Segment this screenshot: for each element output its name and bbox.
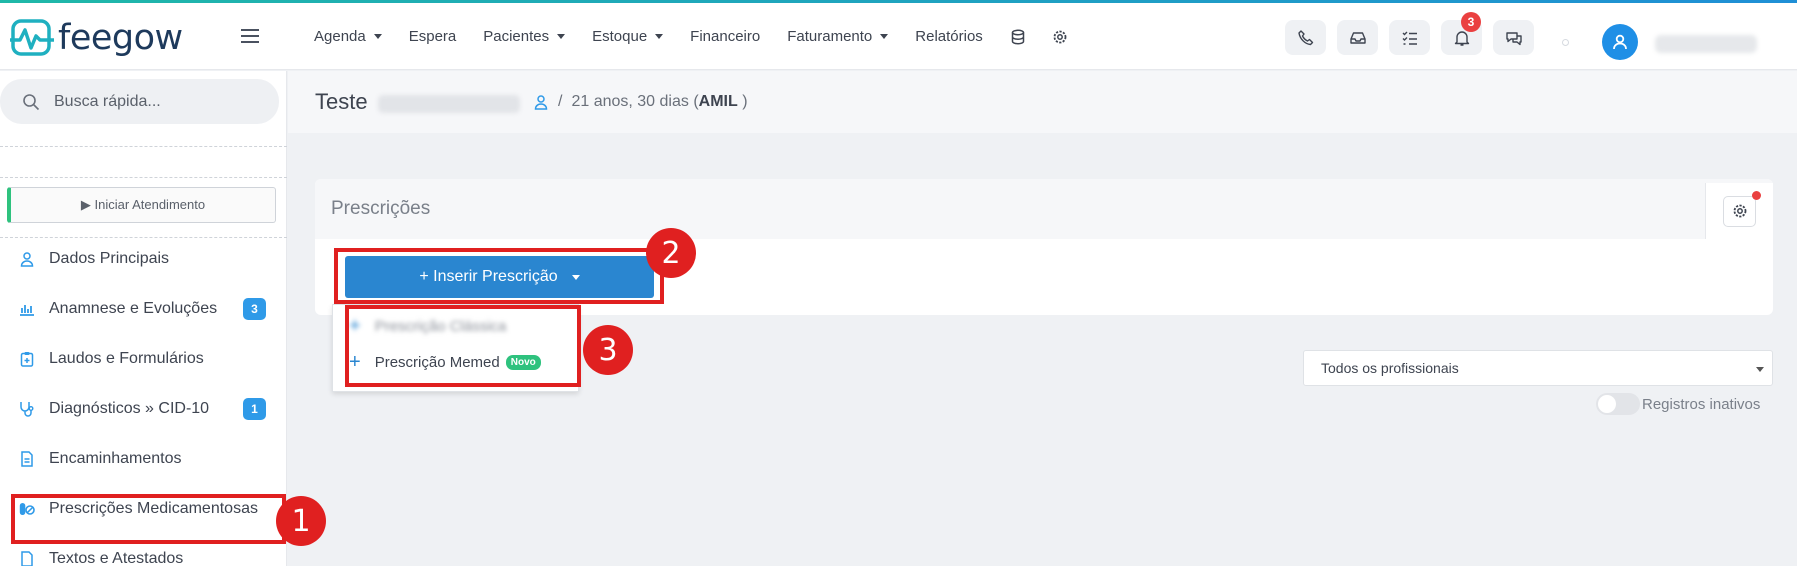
sidebar-item-dados-principais[interactable]: Dados Principais bbox=[0, 234, 287, 284]
database-icon[interactable] bbox=[1010, 29, 1026, 45]
logo-heart-icon bbox=[10, 19, 54, 56]
user-icon bbox=[1613, 34, 1627, 50]
inactive-records-toggle-group: Registros inativos bbox=[1596, 393, 1760, 415]
clipboard-icon bbox=[20, 352, 34, 367]
user-icon bbox=[20, 252, 34, 267]
highlight-box-prescricoes bbox=[11, 494, 286, 544]
phone-icon bbox=[1297, 29, 1313, 45]
sidebar-item-label: Laudos e Formulários bbox=[49, 350, 204, 367]
count-badge: 1 bbox=[243, 398, 266, 420]
sidebar-item-label: Diagnósticos » CID-10 bbox=[49, 400, 210, 417]
inbox-icon bbox=[1349, 31, 1366, 44]
professional-filter-select[interactable]: Todos os profissionais bbox=[1303, 350, 1773, 386]
sidebar-item-encaminhamentos[interactable]: Encaminhamentos bbox=[0, 434, 287, 484]
sidebar-item-laudos[interactable]: Laudos e Formulários bbox=[0, 334, 287, 384]
panel-title: Prescrições bbox=[331, 198, 431, 219]
tasks-button[interactable] bbox=[1389, 20, 1430, 55]
divider bbox=[0, 177, 287, 178]
nav-agenda[interactable]: Agenda bbox=[314, 28, 382, 45]
patient-name: Teste bbox=[315, 89, 368, 114]
chat-icon bbox=[1505, 31, 1522, 45]
inbox-button[interactable] bbox=[1337, 20, 1378, 55]
toolbar-buttons: 3 bbox=[1285, 12, 1534, 55]
insurance-name: AMIL bbox=[698, 93, 738, 110]
sidebar-item-anamnese[interactable]: Anamnese e Evoluções 3 bbox=[0, 284, 287, 334]
sidebar: ▶ Iniciar Atendimento Dados Principais A… bbox=[0, 71, 287, 566]
count-badge: 3 bbox=[243, 298, 266, 320]
highlight-box-insert-button bbox=[334, 248, 664, 304]
notification-count-badge: 3 bbox=[1461, 12, 1481, 32]
user-icon[interactable] bbox=[533, 94, 549, 110]
quick-search[interactable] bbox=[0, 79, 279, 124]
breadcrumb: / 21 anos, 30 dias (AMIL ) bbox=[533, 93, 748, 111]
sidebar-item-label: Dados Principais bbox=[49, 250, 170, 267]
chevron-down-icon bbox=[880, 34, 889, 39]
main-nav: Agenda Espera Pacientes Estoque Financei… bbox=[314, 3, 1094, 70]
stethoscope-icon bbox=[20, 402, 34, 417]
annotation-marker: 3 bbox=[583, 325, 633, 375]
chevron-down-icon bbox=[373, 34, 382, 39]
breadcrumb-separator: / bbox=[558, 93, 563, 110]
sidebar-item-diagnosticos[interactable]: Diagnósticos » CID-10 1 bbox=[0, 384, 287, 434]
logo-text: feegow bbox=[58, 17, 183, 58]
divider bbox=[0, 146, 287, 147]
gear-icon bbox=[1733, 204, 1746, 218]
checklist-icon bbox=[1402, 31, 1417, 45]
user-avatar[interactable] bbox=[1602, 24, 1638, 60]
nav-financeiro[interactable]: Financeiro bbox=[690, 28, 760, 45]
chevron-down-icon bbox=[1756, 367, 1764, 372]
gear-icon[interactable] bbox=[1052, 29, 1068, 45]
nav-estoque[interactable]: Estoque bbox=[592, 28, 664, 45]
inactive-records-label: Registros inativos bbox=[1642, 395, 1761, 413]
phone-button[interactable] bbox=[1285, 20, 1326, 55]
panel-settings-button[interactable] bbox=[1723, 190, 1761, 227]
annotation-marker: 2 bbox=[646, 228, 696, 278]
chevron-down-icon bbox=[655, 34, 664, 39]
annotation-marker: 1 bbox=[276, 496, 326, 546]
highlight-box-memed-option bbox=[345, 305, 581, 387]
hamburger-menu-icon[interactable] bbox=[241, 29, 259, 45]
user-name-redacted bbox=[1655, 35, 1757, 53]
top-bar: feegow Agenda Espera Pacientes Estoque F… bbox=[0, 3, 1797, 70]
settings-alert-dot bbox=[1752, 190, 1761, 200]
logo[interactable]: feegow bbox=[10, 18, 183, 58]
quick-search-input[interactable] bbox=[54, 92, 254, 111]
status-indicator bbox=[1562, 39, 1569, 46]
start-appointment-button[interactable]: ▶ Iniciar Atendimento bbox=[7, 187, 276, 223]
nav-espera[interactable]: Espera bbox=[409, 28, 457, 45]
panel-settings-area bbox=[1705, 183, 1773, 239]
sidebar-item-label: Anamnese e Evoluções bbox=[49, 300, 218, 317]
chat-button[interactable] bbox=[1493, 20, 1534, 55]
panel-header: Prescrições bbox=[315, 179, 1773, 239]
chevron-down-icon bbox=[557, 34, 566, 39]
nav-pacientes[interactable]: Pacientes bbox=[483, 28, 566, 45]
nav-relatorios[interactable]: Relatórios bbox=[915, 28, 983, 45]
document-icon bbox=[21, 551, 33, 566]
nav-faturamento[interactable]: Faturamento bbox=[787, 28, 889, 45]
patient-age-info: 21 anos, 30 dias (AMIL ) bbox=[571, 93, 748, 110]
document-icon bbox=[21, 451, 33, 467]
inactive-records-toggle[interactable] bbox=[1596, 393, 1640, 415]
notifications-button[interactable]: 3 bbox=[1441, 12, 1482, 55]
chart-icon bbox=[20, 305, 34, 316]
patient-surname-redacted bbox=[378, 95, 520, 113]
search-icon bbox=[23, 93, 40, 110]
sidebar-item-label: Textos e Atestados bbox=[49, 550, 184, 566]
patient-header: Teste / 21 anos, 30 dias (AMIL ) bbox=[288, 71, 1797, 133]
sidebar-item-label: Encaminhamentos bbox=[49, 450, 182, 467]
